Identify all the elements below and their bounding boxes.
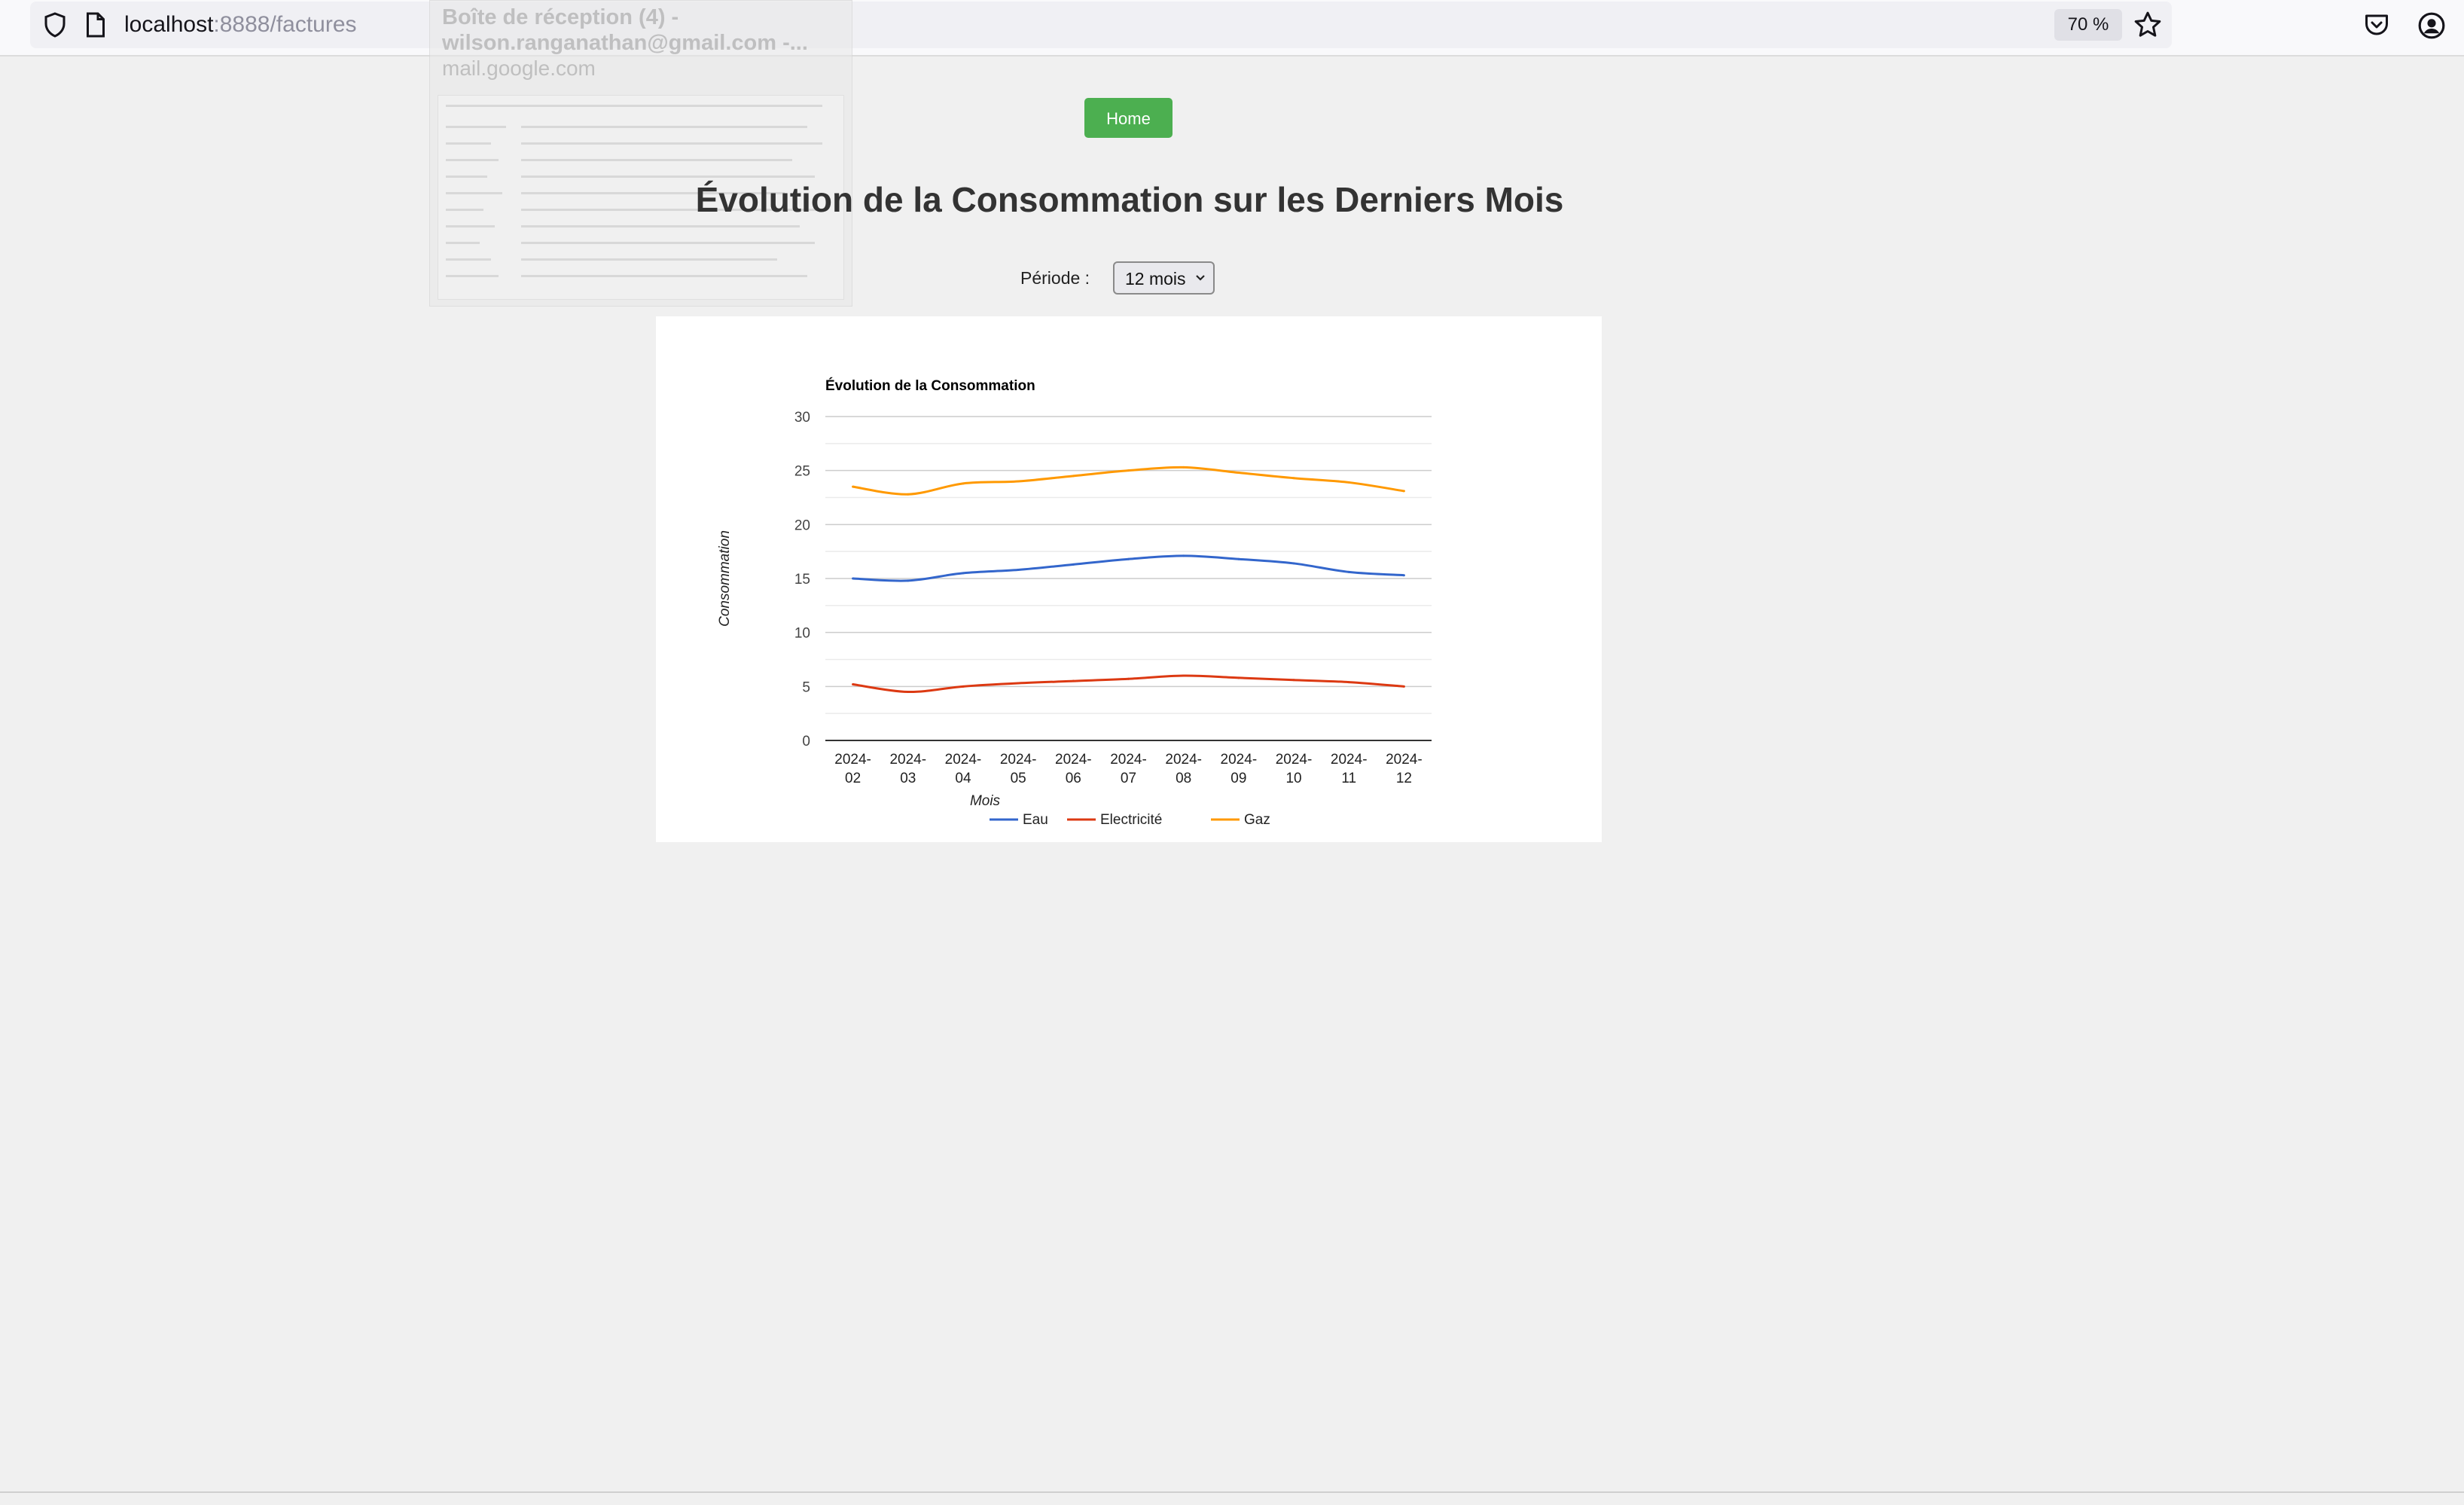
tracking-protection-shield-icon[interactable] bbox=[41, 11, 69, 38]
bookmark-star-icon[interactable] bbox=[2133, 10, 2163, 40]
url-host: localhost bbox=[124, 12, 214, 37]
data-point-electricit- bbox=[1182, 674, 1185, 677]
y-tick-label: 15 bbox=[794, 572, 810, 588]
x-tick-label: 2024-10 bbox=[1276, 752, 1313, 786]
x-tick-label: 2024-07 bbox=[1110, 752, 1147, 786]
data-point-gaz bbox=[1237, 472, 1240, 475]
y-tick-label: 0 bbox=[802, 734, 810, 749]
page-info-icon[interactable] bbox=[84, 11, 107, 38]
y-tick-label: 25 bbox=[794, 464, 810, 480]
data-point-eau bbox=[1127, 557, 1130, 560]
chart-title: Évolution de la Consommation bbox=[825, 377, 1035, 394]
y-tick-label: 30 bbox=[794, 410, 810, 426]
data-point-gaz bbox=[1402, 490, 1405, 493]
data-point-eau bbox=[962, 572, 965, 575]
x-tick-label: 2024-03 bbox=[889, 752, 926, 786]
y-axis-label: Consommation bbox=[717, 530, 733, 627]
x-tick-label: 2024-05 bbox=[1000, 752, 1037, 786]
data-point-gaz bbox=[962, 482, 965, 485]
y-tick-label: 5 bbox=[802, 679, 810, 695]
data-point-gaz bbox=[1292, 477, 1295, 480]
data-point-electricit- bbox=[852, 682, 855, 685]
data-point-electricit- bbox=[1347, 681, 1350, 684]
data-point-eau bbox=[852, 577, 855, 580]
url-text[interactable]: localhost:8888/factures bbox=[124, 9, 357, 41]
pocket-icon[interactable] bbox=[2363, 11, 2390, 38]
data-point-eau bbox=[1072, 563, 1075, 566]
data-point-gaz bbox=[1182, 466, 1185, 469]
legend-label-eau: Eau bbox=[1023, 812, 1048, 828]
data-point-electricit- bbox=[1402, 685, 1405, 688]
data-point-eau bbox=[1182, 554, 1185, 557]
data-point-electricit- bbox=[1072, 679, 1075, 682]
x-tick-label: 2024-09 bbox=[1221, 752, 1258, 786]
data-point-eau bbox=[907, 579, 910, 582]
chart-container: Évolution de la Consommation 0 5 10 15 20 25 3… bbox=[656, 316, 1602, 842]
data-point-electricit- bbox=[962, 685, 965, 688]
data-point-electricit- bbox=[1237, 676, 1240, 679]
data-point-gaz bbox=[1072, 475, 1075, 478]
url-path: :8888/factures bbox=[213, 12, 357, 37]
data-point-eau bbox=[1347, 570, 1350, 573]
x-tick-label: 2024-02 bbox=[834, 752, 871, 786]
legend-label-electricit-: Electricité bbox=[1100, 812, 1162, 828]
y-tick-label: 10 bbox=[794, 626, 810, 642]
period-label: Période : bbox=[1020, 268, 1090, 288]
data-point-gaz bbox=[907, 493, 910, 496]
y-tick-label: 20 bbox=[794, 517, 810, 533]
window-bottom-border bbox=[0, 1491, 2464, 1493]
data-point-electricit- bbox=[1292, 679, 1295, 682]
legend-label-gaz: Gaz bbox=[1244, 812, 1270, 828]
data-point-electricit- bbox=[1127, 677, 1130, 680]
data-point-eau bbox=[1017, 569, 1020, 572]
zoom-level-badge[interactable]: 70 % bbox=[2054, 9, 2122, 41]
x-tick-label: 2024-04 bbox=[945, 752, 982, 786]
data-point-gaz bbox=[1017, 480, 1020, 483]
x-axis-label: Mois bbox=[970, 793, 1001, 809]
browser-toolbar: localhost:8888/factures 70 % bbox=[0, 0, 2464, 56]
account-icon[interactable] bbox=[2417, 11, 2446, 40]
x-tick-label: 2024-11 bbox=[1331, 752, 1368, 786]
data-point-electricit- bbox=[1017, 682, 1020, 685]
consumption-line-chart: Évolution de la Consommation 0 5 10 15 20 25 3… bbox=[717, 377, 1432, 828]
page-title: Évolution de la Consommation sur les Der… bbox=[695, 180, 1564, 219]
data-point-gaz bbox=[1347, 481, 1350, 484]
data-point-gaz bbox=[852, 485, 855, 488]
data-point-gaz bbox=[1127, 469, 1130, 472]
tab-preview-domain: mail.google.com bbox=[442, 56, 596, 80]
data-point-eau bbox=[1402, 574, 1405, 577]
data-point-eau bbox=[1237, 557, 1240, 560]
x-tick-label: 2024-06 bbox=[1055, 752, 1092, 786]
data-point-eau bbox=[1292, 562, 1295, 565]
x-tick-label: 2024-12 bbox=[1386, 752, 1423, 786]
x-tick-label: 2024-08 bbox=[1165, 752, 1202, 786]
chevron-down-icon bbox=[1196, 275, 1205, 281]
period-select[interactable]: 12 mois bbox=[1113, 261, 1215, 295]
data-point-electricit- bbox=[907, 691, 910, 693]
period-selected-value: 12 mois bbox=[1125, 269, 1186, 288]
home-button[interactable]: Home bbox=[1084, 98, 1173, 138]
